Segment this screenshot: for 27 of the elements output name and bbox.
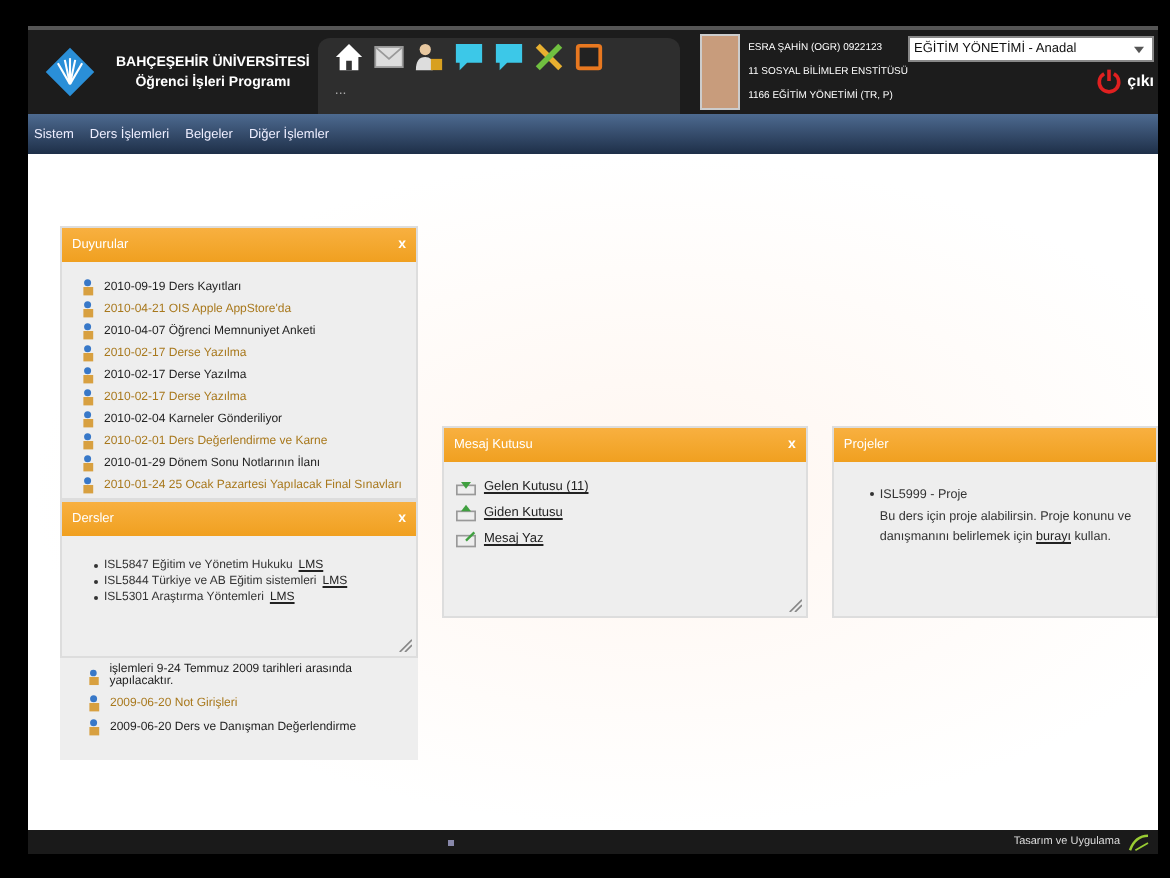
logout-link[interactable]: çıkı [1127,72,1154,90]
chat-bubble-icon[interactable] [494,42,525,72]
person-icon [82,388,96,406]
chat-bubble-icon[interactable] [454,42,485,72]
power-icon[interactable] [1095,68,1122,94]
resize-grip-icon[interactable] [787,598,802,612]
home-icon[interactable] [334,42,365,72]
person-icon [82,300,96,318]
avatar-photo-placeholder [700,34,741,110]
envelope-pencil-icon [455,530,476,548]
inbox-icon [455,478,476,496]
person-icon [82,432,96,450]
person-icon [82,476,96,494]
person-icon [82,322,96,340]
caret-icon [1134,45,1144,53]
person-icon [82,410,96,428]
outbox-icon [455,504,476,522]
person-icon [82,344,96,362]
person-icon [82,278,96,296]
resize-grip-icon[interactable] [397,638,412,652]
envelope-icon[interactable] [374,46,405,68]
person-icon [88,694,102,712]
person-icon [82,454,96,472]
person-icon [88,667,102,685]
person-icon [88,718,102,736]
person-icon [82,366,96,384]
logo-icon [44,46,96,98]
